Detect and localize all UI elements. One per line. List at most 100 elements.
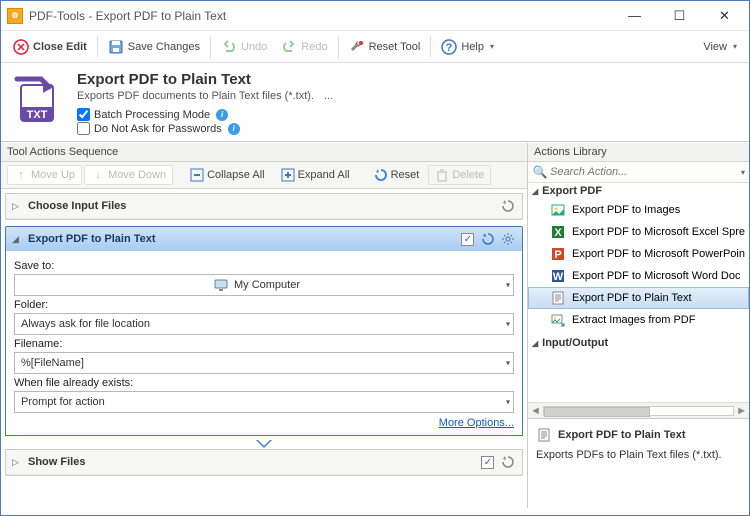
reset-icon[interactable] <box>500 198 516 214</box>
move-down-button[interactable]: ↓Move Down <box>84 165 173 185</box>
redo-icon <box>281 39 297 55</box>
svg-text:W: W <box>553 271 564 283</box>
chevron-down-icon: ▾ <box>733 42 737 51</box>
redo-button[interactable]: Redo <box>275 36 333 58</box>
flow-arrow-icon <box>256 441 272 449</box>
accordion-header[interactable]: ◢ Export PDF to Plain Text ✓ <box>6 227 522 252</box>
search-icon: 🔍 <box>532 165 548 179</box>
tree-item[interactable]: Export PDF to Images <box>528 199 749 221</box>
info-icon[interactable]: i <box>216 109 228 121</box>
move-up-button[interactable]: ↑Move Up <box>7 165 82 185</box>
reset-icon[interactable] <box>500 454 516 470</box>
delete-action-button[interactable]: Delete <box>428 165 491 185</box>
txt-icon <box>550 290 566 306</box>
checkbox-icon[interactable]: ✓ <box>460 231 476 247</box>
exists-dropdown[interactable]: Prompt for action ▾ <box>14 391 514 413</box>
maximize-button[interactable]: ☐ <box>657 2 702 30</box>
tree-item[interactable]: WExport PDF to Microsoft Word Doc <box>528 265 749 287</box>
tree-group-io[interactable]: ◢Input/Output <box>528 335 749 351</box>
app-icon: ⚙ <box>7 8 23 24</box>
save-to-dropdown[interactable]: My Computer ▾ <box>14 274 514 296</box>
gear-icon[interactable] <box>500 231 516 247</box>
exists-label: When file already exists: <box>14 377 514 389</box>
expand-all-button[interactable]: Expand All <box>274 165 357 185</box>
description-body: Exports PDFs to Plain Text files (*.txt)… <box>536 449 741 461</box>
export-txt-icon: TXT <box>11 71 65 125</box>
batch-mode-checkbox[interactable]: Batch Processing Mode i <box>77 108 333 121</box>
svg-text:TXT: TXT <box>27 109 48 121</box>
accordion-export-plain-text: ◢ Export PDF to Plain Text ✓ Save to: My… <box>5 226 523 436</box>
filename-label: Filename: <box>14 338 514 350</box>
tool-subtitle: Exports PDF documents to Plain Text file… <box>77 90 314 102</box>
reset-icon <box>374 168 388 182</box>
tool-title: Export PDF to Plain Text <box>77 71 333 88</box>
right-panel-title: Actions Library <box>528 143 749 162</box>
trash-icon <box>435 168 449 182</box>
help-button[interactable]: ? Help ▾ <box>435 36 500 58</box>
chevron-down-icon: ▾ <box>490 42 494 51</box>
tree-item[interactable]: PExport PDF to Microsoft PowerPoin <box>528 243 749 265</box>
close-icon <box>13 39 29 55</box>
reset-tool-button[interactable]: Reset Tool <box>343 36 427 58</box>
actions-tree: ◢Export PDF Export PDF to Images XExport… <box>528 183 749 402</box>
save-to-label: Save to: <box>14 260 514 272</box>
undo-icon <box>221 39 237 55</box>
minimize-button[interactable]: — <box>612 2 657 30</box>
left-toolbar: ↑Move Up ↓Move Down Collapse All Expand … <box>1 162 527 189</box>
view-menu-button[interactable]: View ▾ <box>697 38 743 56</box>
undo-button[interactable]: Undo <box>215 36 273 58</box>
computer-icon <box>214 278 228 292</box>
close-window-button[interactable]: ✕ <box>702 2 747 30</box>
description-panel: Export PDF to Plain Text Exports PDFs to… <box>528 418 749 508</box>
description-title: Export PDF to Plain Text <box>558 429 686 441</box>
collapse-all-button[interactable]: Collapse All <box>183 165 271 185</box>
accordion-show-files: ▷ Show Files ✓ <box>5 449 523 476</box>
tree-item-selected[interactable]: Export PDF to Plain Text <box>528 287 749 309</box>
folder-dropdown[interactable]: Always ask for file location ▾ <box>14 313 514 335</box>
subtitle-more[interactable]: ... <box>324 90 333 102</box>
no-ask-passwords-checkbox[interactable]: Do Not Ask for Passwords i <box>77 122 333 135</box>
horizontal-scrollbar[interactable]: ◄► <box>528 402 749 418</box>
svg-text:P: P <box>554 249 561 261</box>
chevron-down-icon: ◢ <box>12 234 22 245</box>
powerpoint-icon: P <box>550 246 566 262</box>
image-export-icon <box>550 202 566 218</box>
close-edit-button[interactable]: Close Edit <box>7 36 93 58</box>
checkbox-icon[interactable]: ✓ <box>480 454 496 470</box>
extract-images-icon <box>550 312 566 328</box>
help-icon: ? <box>441 39 457 55</box>
save-changes-button[interactable]: Save Changes <box>102 36 206 58</box>
word-icon: W <box>550 268 566 284</box>
search-input[interactable] <box>548 164 739 180</box>
wrench-icon <box>349 39 365 55</box>
chevron-down-icon[interactable]: ▾ <box>741 168 745 177</box>
tree-item[interactable]: Extract Images from PDF <box>528 309 749 331</box>
chevron-right-icon: ▷ <box>12 457 22 468</box>
collapse-icon <box>190 168 204 182</box>
filename-dropdown[interactable]: %[FileName] ▾ <box>14 352 514 374</box>
txt-icon <box>536 427 552 443</box>
svg-text:?: ? <box>446 42 453 54</box>
main-toolbar: Close Edit Save Changes Undo Redo Reset … <box>1 31 749 63</box>
right-panel: Actions Library 🔍 ▾ ◢Export PDF Export P… <box>528 143 749 508</box>
accordion-header[interactable]: ▷ Show Files ✓ <box>6 450 522 475</box>
chevron-right-icon: ▷ <box>12 201 22 212</box>
reset-sequence-button[interactable]: Reset <box>367 165 427 185</box>
accordion-choose-input: ▷ Choose Input Files <box>5 193 523 220</box>
arrow-up-icon: ↑ <box>14 168 28 182</box>
tree-item[interactable]: XExport PDF to Microsoft Excel Spre <box>528 221 749 243</box>
left-panel: Tool Actions Sequence ↑Move Up ↓Move Dow… <box>1 143 528 508</box>
more-options-link[interactable]: More Options... <box>439 417 514 429</box>
arrow-down-icon: ↓ <box>91 168 105 182</box>
info-icon[interactable]: i <box>228 123 240 135</box>
tree-group-export[interactable]: ◢Export PDF <box>528 183 749 199</box>
tool-header: TXT Export PDF to Plain Text Exports PDF… <box>1 63 749 142</box>
svg-text:X: X <box>554 227 562 239</box>
accordion-header[interactable]: ▷ Choose Input Files <box>6 194 522 219</box>
left-panel-title: Tool Actions Sequence <box>1 143 527 162</box>
save-icon <box>108 39 124 55</box>
window-title: PDF-Tools - Export PDF to Plain Text <box>29 9 612 23</box>
reset-icon[interactable] <box>480 231 496 247</box>
folder-label: Folder: <box>14 299 514 311</box>
excel-icon: X <box>550 224 566 240</box>
